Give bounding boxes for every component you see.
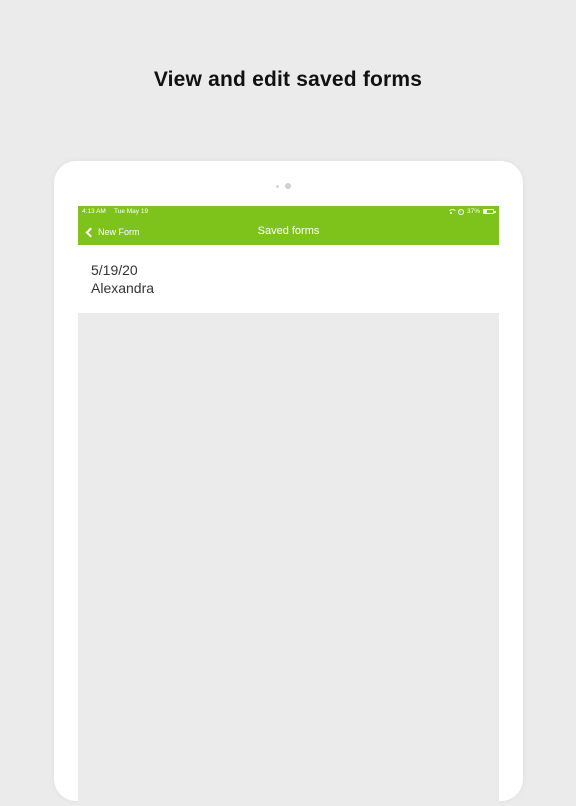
location-icon <box>457 208 464 215</box>
page-caption: View and edit saved forms <box>153 68 423 91</box>
wifi-icon <box>447 208 457 215</box>
battery-level <box>484 210 488 213</box>
saved-form-item[interactable]: 5/19/20 Alexandra <box>78 245 499 313</box>
tablet-frame: 4:13 AM Tue May 19 37% New Form Saved fo… <box>54 161 523 806</box>
battery-icon <box>483 209 496 214</box>
saved-form-date: 5/19/20 <box>91 262 138 278</box>
navigation-bar: New Form Saved forms <box>78 218 499 245</box>
battery-percent: 37% <box>466 208 480 215</box>
sensor-dot <box>276 185 279 188</box>
nav-title: Saved forms <box>257 225 320 237</box>
status-bar: 4:13 AM Tue May 19 37% <box>78 206 499 218</box>
status-indicators: 37% <box>447 208 496 215</box>
saved-forms-list: 5/19/20 Alexandra <box>78 245 499 313</box>
status-date: Tue May 19 <box>114 208 149 215</box>
status-time: 4:13 AM <box>82 208 106 215</box>
app-screen: 4:13 AM Tue May 19 37% New Form Saved fo… <box>78 206 499 806</box>
saved-form-name: Alexandra <box>91 280 155 296</box>
camera-dot <box>285 183 291 189</box>
